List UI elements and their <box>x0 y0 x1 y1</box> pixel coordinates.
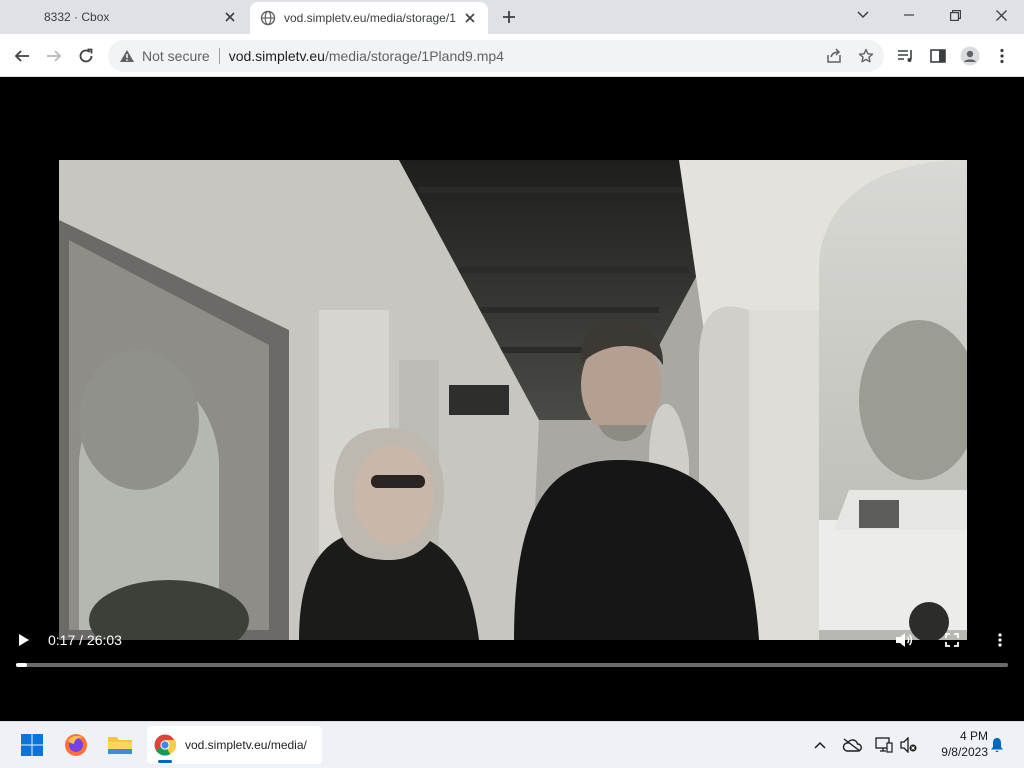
taskbar-chrome-label: vod.simpletv.eu/media/ <box>185 738 307 752</box>
browser-toolbar: Not secure vod.simpletv.eu/media/storage… <box>0 34 1024 77</box>
new-tab-button[interactable] <box>498 6 520 28</box>
tab-strip: 8332 · Cbox vod.simpletv.eu/media/storag… <box>0 0 1024 34</box>
tab-search-button[interactable] <box>840 0 886 30</box>
volume-icon[interactable] <box>894 630 914 650</box>
video-controls: 0:17 / 26:03 <box>0 622 1024 672</box>
close-icon[interactable] <box>460 8 480 28</box>
network-icon[interactable] <box>873 734 895 756</box>
play-icon[interactable] <box>14 630 34 650</box>
active-indicator <box>158 760 172 763</box>
profile-avatar-icon[interactable] <box>956 42 984 70</box>
back-button[interactable] <box>8 42 36 70</box>
warning-icon[interactable] <box>118 47 136 65</box>
taskbar-chrome-button[interactable]: vod.simpletv.eu/media/ <box>147 726 322 764</box>
progress-bar[interactable] <box>16 663 1008 667</box>
firefox-icon[interactable] <box>62 731 90 759</box>
fullscreen-icon[interactable] <box>942 630 962 650</box>
tab-title: 8332 · Cbox <box>44 10 110 24</box>
forward-button[interactable] <box>40 42 68 70</box>
system-clock[interactable]: 4 PM 9/8/2023 <box>928 728 988 760</box>
menu-more-icon[interactable] <box>988 42 1016 70</box>
time-display: 0:17 / 26:03 <box>48 632 122 648</box>
security-label[interactable]: Not secure <box>142 48 210 64</box>
omnibox-divider <box>218 48 220 64</box>
globe-icon <box>260 10 276 26</box>
video-viewport: 0:17 / 26:03 <box>0 77 1024 721</box>
windows-taskbar: vod.simpletv.eu/media/ 4 PM 9/8/2023 <box>0 721 1024 768</box>
notification-bell-icon[interactable] <box>986 734 1008 756</box>
clock-date: 9/8/2023 <box>941 745 988 759</box>
windows-start-icon[interactable] <box>18 731 46 759</box>
bookmark-star-icon[interactable] <box>856 46 876 66</box>
side-panel-icon[interactable] <box>924 42 952 70</box>
progress-fill <box>16 663 27 667</box>
tab-video[interactable]: vod.simpletv.eu/media/storage/1 <box>250 2 488 34</box>
url-path: /media/storage/1Pland9.mp4 <box>324 48 504 64</box>
sound-muted-icon[interactable] <box>898 734 920 756</box>
video-frame-image <box>59 160 967 640</box>
media-controls-icon[interactable] <box>892 42 920 70</box>
tab-cbox[interactable]: 8332 · Cbox <box>0 0 248 34</box>
clock-time: 4 PM <box>959 729 988 743</box>
tab-title: vod.simpletv.eu/media/storage/1 <box>284 11 456 25</box>
restore-button[interactable] <box>932 0 978 30</box>
minimize-button[interactable] <box>886 0 932 30</box>
address-bar[interactable]: Not secure vod.simpletv.eu/media/storage… <box>108 40 884 72</box>
reload-button[interactable] <box>72 42 100 70</box>
onedrive-icon[interactable] <box>841 734 863 756</box>
chrome-icon <box>153 733 177 757</box>
close-window-button[interactable] <box>978 0 1024 30</box>
more-vert-icon[interactable] <box>990 630 1010 650</box>
file-explorer-icon[interactable] <box>106 731 134 759</box>
chevron-up-icon[interactable] <box>809 734 831 756</box>
url-host: vod.simpletv.eu <box>228 48 325 64</box>
close-icon[interactable] <box>220 7 240 27</box>
video-player[interactable] <box>59 160 967 640</box>
share-icon[interactable] <box>824 46 844 66</box>
